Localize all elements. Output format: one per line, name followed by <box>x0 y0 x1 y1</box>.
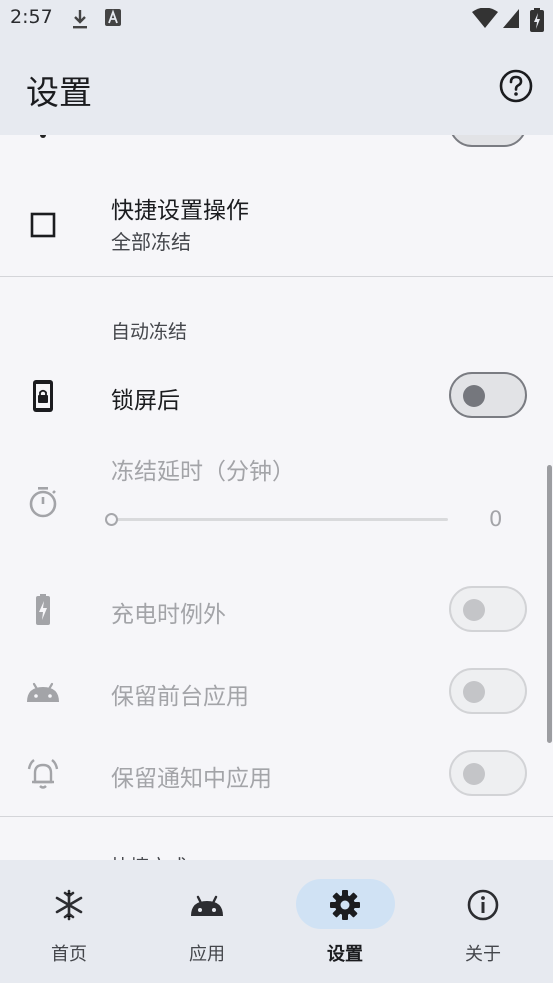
switch-knob <box>463 681 485 703</box>
switch-knob <box>463 599 485 621</box>
nav-label-settings: 设置 <box>327 944 363 965</box>
after-lock-label: 锁屏后 <box>111 388 180 414</box>
checkbox-outline-icon <box>30 212 56 238</box>
page-title: 设置 <box>26 73 92 112</box>
switch-knob <box>463 385 485 407</box>
nav-label-home: 首页 <box>51 944 87 965</box>
download-icon <box>73 10 87 29</box>
wifi-icon <box>472 8 498 28</box>
after-lock-item[interactable]: 锁屏后 <box>0 358 553 434</box>
battery-icon <box>530 8 544 32</box>
keyboard-a-icon <box>105 9 121 26</box>
switch-knob <box>463 763 485 785</box>
nav-label-about: 关于 <box>465 944 501 965</box>
gear-icon <box>330 890 360 920</box>
status-bar: 2:57 <box>0 0 553 40</box>
alarm-bell-icon <box>27 759 59 789</box>
freeze-delay-label: 冻结延时（分钟） <box>111 459 295 485</box>
freeze-delay-value: 0 <box>489 507 503 531</box>
keep-foreground-switch[interactable] <box>449 668 527 714</box>
nav-item-apps[interactable]: 应用 <box>138 860 276 983</box>
after-lock-switch[interactable] <box>449 372 527 418</box>
keep-notification-switch[interactable] <box>449 750 527 796</box>
nav-label-apps: 应用 <box>189 944 225 965</box>
settings-list[interactable]: 快捷设置操作 全部冻结 自动冻结 锁屏后 冻结延时（分钟） 0 充电时例外 保留… <box>0 135 553 860</box>
keep-notification-label: 保留通知中应用 <box>111 766 272 792</box>
nav-item-home[interactable]: 首页 <box>0 860 138 983</box>
help-icon[interactable] <box>498 68 534 104</box>
scrollbar[interactable] <box>547 465 552 743</box>
section-header-auto-freeze: 自动冻结 <box>111 321 188 343</box>
section-divider <box>0 816 553 817</box>
except-charging-switch[interactable] <box>449 586 527 632</box>
except-charging-label: 充电时例外 <box>111 602 226 628</box>
freeze-delay-slider-track[interactable] <box>111 518 448 521</box>
info-icon <box>467 889 499 921</box>
section-divider <box>0 276 553 277</box>
nav-item-settings[interactable]: 设置 <box>276 860 414 983</box>
nav-item-about[interactable]: 关于 <box>414 860 552 983</box>
except-charging-item[interactable]: 充电时例外 <box>0 572 553 648</box>
signal-icon <box>503 9 519 28</box>
keep-notification-item[interactable]: 保留通知中应用 <box>0 736 553 812</box>
battery-charging-icon <box>36 594 50 625</box>
android-icon <box>27 682 59 702</box>
snowflake-icon <box>55 889 83 921</box>
quick-settings-action-item[interactable]: 快捷设置操作 全部冻结 <box>0 175 553 275</box>
quick-settings-action-label: 快捷设置操作 <box>111 198 249 224</box>
bottom-navigation: 首页 应用 设置 关于 <box>0 860 553 983</box>
freeze-delay-slider-thumb[interactable] <box>105 513 118 526</box>
timer-icon <box>29 487 57 518</box>
status-time: 2:57 <box>10 6 53 28</box>
keep-foreground-item[interactable]: 保留前台应用 <box>0 654 553 730</box>
app-bar: 设置 <box>0 40 553 135</box>
phone-lock-icon <box>33 380 53 412</box>
keep-foreground-label: 保留前台应用 <box>111 684 249 710</box>
android-icon <box>191 895 223 916</box>
section-header-partial: 快捷方式 <box>111 852 187 860</box>
partial-bullet <box>40 135 46 138</box>
partial-switch <box>449 135 527 147</box>
quick-settings-action-value: 全部冻结 <box>111 230 191 254</box>
freeze-delay-item: 冻结延时（分钟） 0 <box>0 440 553 560</box>
